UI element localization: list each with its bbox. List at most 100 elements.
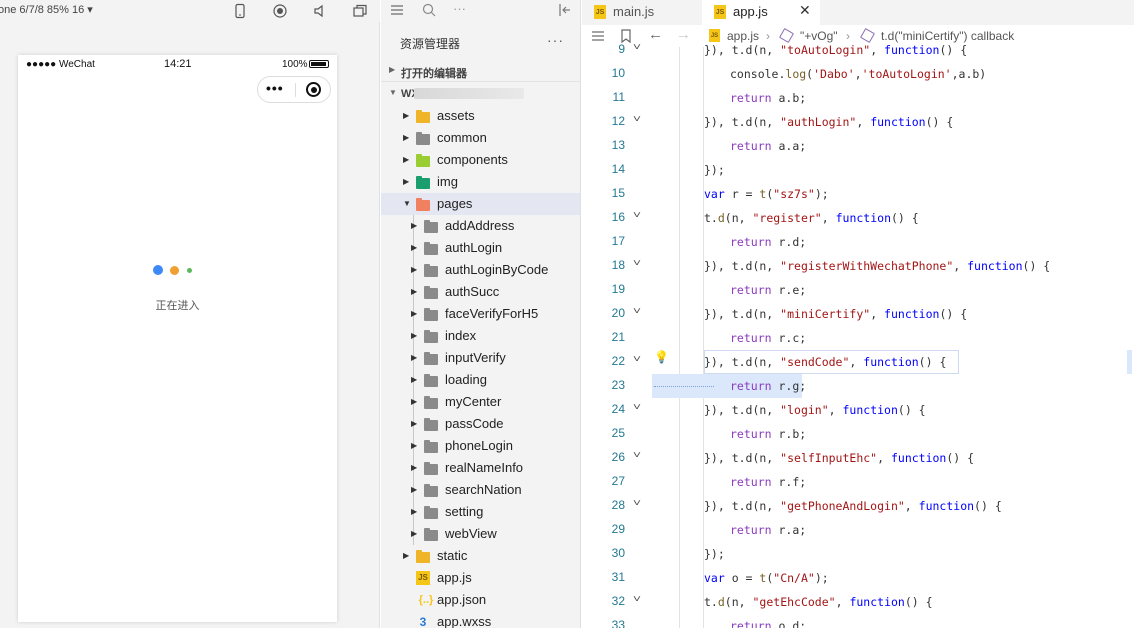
fold-chevron-icon[interactable]: ˅ [633, 594, 641, 606]
tree-item-inputverify[interactable]: ▶ inputVerify [381, 347, 580, 369]
code-area[interactable]: 💡 9 ˅}), t.d(n, "toAutoLogin", function()… [582, 42, 1134, 628]
chevron-right-icon[interactable]: ▶ [411, 463, 417, 472]
code-line[interactable]: 12 ˅}), t.d(n, "authLogin", function() { [582, 111, 1134, 135]
device-selector[interactable]: one 6/7/8 85% 16 ▾ [0, 3, 93, 16]
fold-chevron-icon[interactable]: ˅ [633, 258, 641, 270]
project-section[interactable]: ▼ WX1 [381, 83, 580, 105]
code-line[interactable]: 13 return a.a; [582, 135, 1134, 159]
code-line[interactable]: 23 return r.g; [582, 375, 1134, 399]
code-line[interactable]: 33 return o.d; [582, 615, 1134, 628]
scrollbar-marker[interactable] [1127, 350, 1132, 374]
fold-chevron-icon[interactable]: ˅ [633, 498, 641, 510]
tree-item-realnameinfo[interactable]: ▶ realNameInfo [381, 457, 580, 479]
tree-item-components[interactable]: ▶ components [381, 149, 580, 171]
tree-item-authlogin[interactable]: ▶ authLogin [381, 237, 580, 259]
code-line[interactable]: 14}); [582, 159, 1134, 183]
detach-window-icon[interactable] [352, 3, 368, 19]
fold-chevron-icon[interactable]: ˅ [633, 210, 641, 222]
chevron-down-icon[interactable]: ▼ [403, 199, 411, 208]
code-line[interactable]: 30}); [582, 543, 1134, 567]
code-line[interactable]: 16 ˅ t.d(n, "register", function() { [582, 207, 1134, 231]
chevron-right-icon[interactable]: ▶ [403, 111, 409, 120]
tree-item-app-wxss[interactable]: 3 app.wxss [381, 611, 580, 628]
code-line[interactable]: 9 ˅}), t.d(n, "toAutoLogin", function() { [582, 39, 1134, 63]
code-line[interactable]: 24 ˅}), t.d(n, "login", function() { [582, 399, 1134, 423]
tree-item-img[interactable]: ▶ img [381, 171, 580, 193]
tree-item-phonelogin[interactable]: ▶ phoneLogin [381, 435, 580, 457]
code-line[interactable]: 28 ˅}), t.d(n, "getPhoneAndLogin", functi… [582, 495, 1134, 519]
record-icon[interactable] [272, 3, 288, 19]
more-actions-icon[interactable]: ··· [453, 1, 466, 16]
fold-chevron-icon[interactable]: ˅ [633, 402, 641, 414]
tree-item-faceverifyforh5[interactable]: ▶ faceVerifyForH5 [381, 303, 580, 325]
tree-item-pages[interactable]: ▼ pages [381, 193, 580, 215]
chevron-right-icon[interactable]: ▶ [411, 375, 417, 384]
chevron-right-icon[interactable]: ▶ [411, 529, 417, 538]
tree-item-mycenter[interactable]: ▶ myCenter [381, 391, 580, 413]
fold-chevron-icon[interactable]: ˅ [633, 306, 641, 318]
tree-item-static[interactable]: ▶ static [381, 545, 580, 567]
close-tab-icon[interactable]: ✕ [799, 2, 811, 19]
tree-item-assets[interactable]: ▶ assets [381, 105, 580, 127]
chevron-right-icon[interactable]: ▶ [411, 309, 417, 318]
code-line[interactable]: 21 return r.c; [582, 327, 1134, 351]
code-line[interactable]: 22 ˅}), t.d(n, "sendCode", function() { [582, 351, 1134, 375]
tab-main-js[interactable]: JS main.js [582, 0, 702, 25]
tree-item-loading[interactable]: ▶ loading [381, 369, 580, 391]
chevron-right-icon[interactable]: ▶ [411, 243, 417, 252]
chevron-right-icon[interactable]: ▶ [411, 265, 417, 274]
tab-app-js[interactable]: JS app.js ✕ [702, 0, 820, 25]
tree-item-app-js[interactable]: JS app.js [381, 567, 580, 589]
code-line[interactable]: 17 return r.d; [582, 231, 1134, 255]
chevron-right-icon[interactable]: ▶ [411, 331, 417, 340]
chevron-right-icon[interactable]: ▶ [411, 441, 417, 450]
fold-chevron-icon[interactable]: ˅ [633, 42, 641, 54]
code-line[interactable]: 27 return r.f; [582, 471, 1134, 495]
code-line[interactable]: 10 console.log('Dabo','toAutoLogin',a.b) [582, 63, 1134, 87]
tree-item-searchnation[interactable]: ▶ searchNation [381, 479, 580, 501]
fold-chevron-icon[interactable]: ˅ [633, 450, 641, 462]
code-line[interactable]: 31 var o = t("Cn/A"); [582, 567, 1134, 591]
tree-item-authsucc[interactable]: ▶ authSucc [381, 281, 580, 303]
tree-item-setting[interactable]: ▶ setting [381, 501, 580, 523]
collapse-panel-icon[interactable] [557, 2, 573, 18]
search-icon[interactable] [421, 2, 437, 18]
tree-item-passcode[interactable]: ▶ passCode [381, 413, 580, 435]
code-line[interactable]: 19 return r.e; [582, 279, 1134, 303]
tree-item-addaddress[interactable]: ▶ addAddress [381, 215, 580, 237]
chevron-right-icon[interactable]: ▶ [411, 419, 417, 428]
code-line[interactable]: 11 return a.b; [582, 87, 1134, 111]
chevron-right-icon[interactable]: ▶ [411, 397, 417, 406]
list-icon[interactable] [389, 2, 405, 18]
chevron-right-icon[interactable]: ▶ [411, 221, 417, 230]
fold-chevron-icon[interactable]: ˅ [633, 354, 641, 366]
tree-item-label: common [437, 130, 487, 145]
chevron-right-icon[interactable]: ▶ [411, 485, 417, 494]
code-line[interactable]: 29 return r.a; [582, 519, 1134, 543]
code-line[interactable]: 15 var r = t("sz7s"); [582, 183, 1134, 207]
more-icon[interactable]: ••• [266, 80, 284, 96]
volume-icon[interactable] [312, 3, 328, 19]
chevron-right-icon[interactable]: ▶ [411, 287, 417, 296]
chevron-right-icon[interactable]: ▶ [411, 507, 417, 516]
explorer-menu-button[interactable]: ··· [547, 32, 564, 48]
code-line[interactable]: 26 ˅}), t.d(n, "selfInputEhc", function()… [582, 447, 1134, 471]
code-line[interactable]: 32 ˅ t.d(n, "getEhcCode", function() { [582, 591, 1134, 615]
tree-item-index[interactable]: ▶ index [381, 325, 580, 347]
chevron-right-icon[interactable]: ▶ [403, 177, 409, 186]
open-editors-section[interactable]: ▶ 打开的编辑器 [381, 60, 580, 82]
code-line[interactable]: 25 return r.b; [582, 423, 1134, 447]
tree-item-common[interactable]: ▶ common [381, 127, 580, 149]
chevron-right-icon[interactable]: ▶ [403, 551, 409, 560]
code-line[interactable]: 18 ˅}), t.d(n, "registerWithWechatPhone",… [582, 255, 1134, 279]
fold-chevron-icon[interactable]: ˅ [633, 114, 641, 126]
tree-item-webview[interactable]: ▶ webView [381, 523, 580, 545]
chevron-right-icon[interactable]: ▶ [411, 353, 417, 362]
tree-item-app-json[interactable]: {..} app.json [381, 589, 580, 611]
code-line[interactable]: 20 ˅}), t.d(n, "miniCertify", function() … [582, 303, 1134, 327]
tree-item-authloginbycode[interactable]: ▶ authLoginByCode [381, 259, 580, 281]
close-icon[interactable] [306, 82, 321, 97]
chevron-right-icon[interactable]: ▶ [403, 133, 409, 142]
chevron-right-icon[interactable]: ▶ [403, 155, 409, 164]
phone-icon[interactable] [232, 3, 248, 19]
